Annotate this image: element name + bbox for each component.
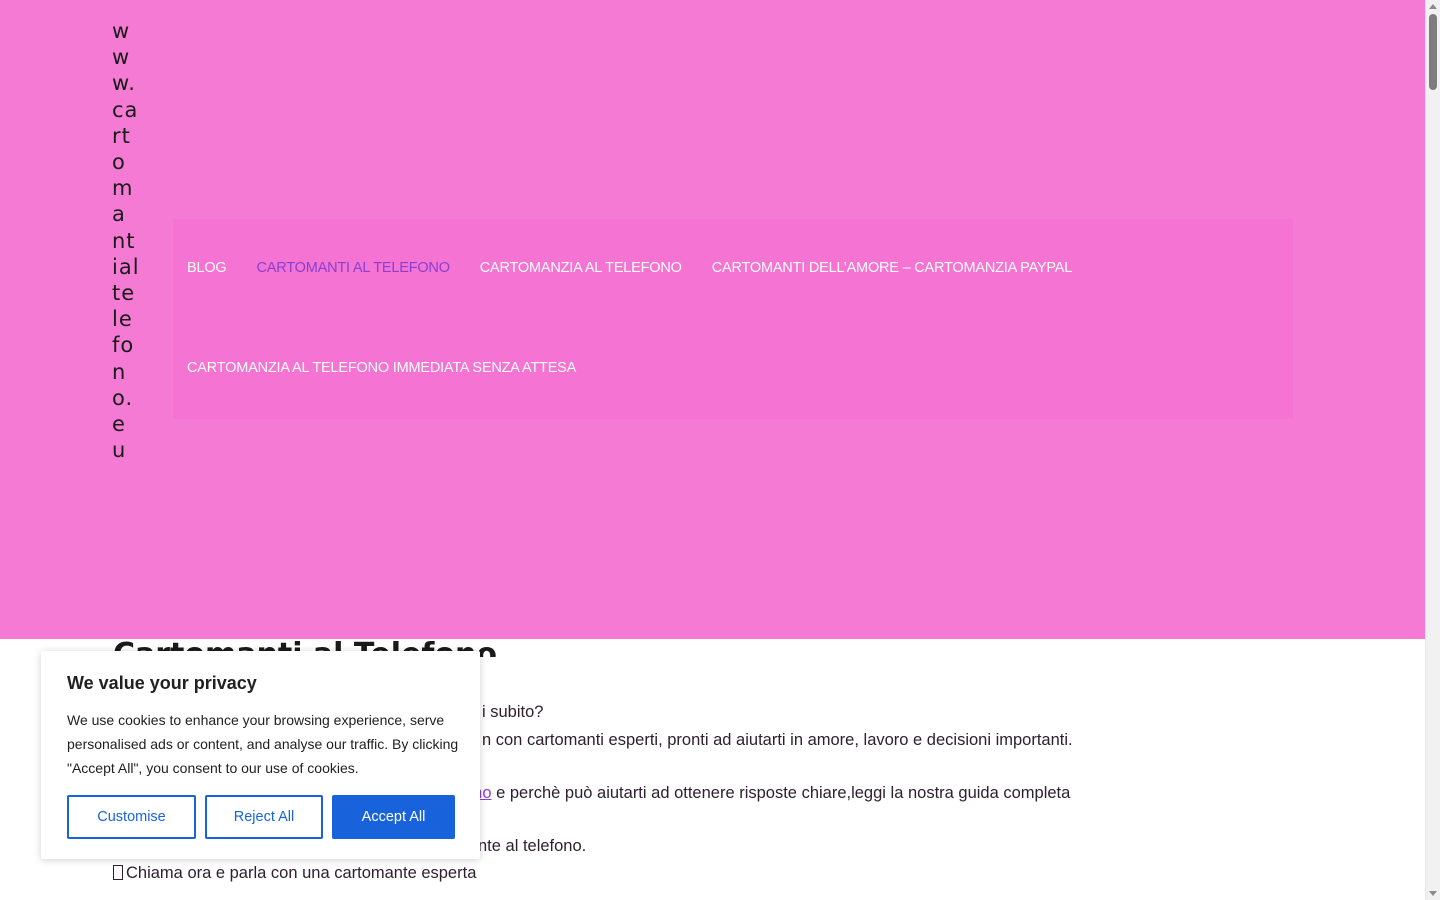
content-line: ono e perchè può aiutarti ad ottenere ri… (464, 784, 1070, 803)
nav-item-cartomanti-al-telefono[interactable]: CARTOMANTI AL TELEFONO (257, 260, 450, 276)
customise-button[interactable]: Customise (67, 795, 196, 839)
content-line: n con cartomanti esperti, pronti ad aiut… (482, 731, 1073, 749)
site-title-link[interactable]: www.cartomantialtelefono.eu (112, 18, 140, 463)
scroll-up-icon[interactable] (1429, 4, 1437, 9)
nav-item-cartomanzia-immediata[interactable]: CARTOMANZIA AL TELEFONO IMMEDIATA SENZA … (187, 360, 576, 376)
missing-glyph-icon (113, 865, 123, 880)
content-line: i subito? (482, 703, 544, 721)
cookie-banner-text: We use cookies to enhance your browsing … (67, 712, 459, 776)
page-scrollbar[interactable] (1425, 0, 1440, 900)
nav-item-cartomanzia-al-telefono[interactable]: CARTOMANZIA AL TELEFONO (480, 260, 682, 276)
cookie-button-group: Customise Reject All Accept All (67, 795, 455, 839)
nav-item-blog[interactable]: BLOG (187, 260, 227, 276)
nav-row: CARTOMANZIA AL TELEFONO IMMEDIATA SENZA … (187, 360, 576, 376)
scroll-thumb[interactable] (1429, 14, 1437, 90)
content-line-text: e perchè può aiutarti ad ottenere rispos… (496, 784, 1071, 802)
content-line: Chiama ora e parla con una cartomante es… (113, 864, 476, 883)
site-header: www.cartomantialtelefono.eu BLOG CARTOMA… (0, 0, 1425, 639)
scroll-down-icon[interactable] (1429, 891, 1437, 896)
content-line: nte al telefono. (478, 837, 587, 855)
cookie-banner-title: We value your privacy (67, 673, 257, 693)
nav-row: BLOG CARTOMANTI AL TELEFONO CARTOMANZIA … (187, 260, 1072, 276)
cookie-consent-banner: We value your privacy We use cookies to … (41, 651, 480, 859)
main-navigation: BLOG CARTOMANTI AL TELEFONO CARTOMANZIA … (173, 219, 1293, 419)
reject-all-button[interactable]: Reject All (205, 795, 323, 839)
nav-item-cartomanti-amore-paypal[interactable]: CARTOMANTI DELL’AMORE – CARTOMANZIA PAYP… (712, 260, 1073, 276)
call-now-text: Chiama ora e parla con una cartomante es… (126, 864, 477, 882)
accept-all-button[interactable]: Accept All (332, 795, 455, 839)
